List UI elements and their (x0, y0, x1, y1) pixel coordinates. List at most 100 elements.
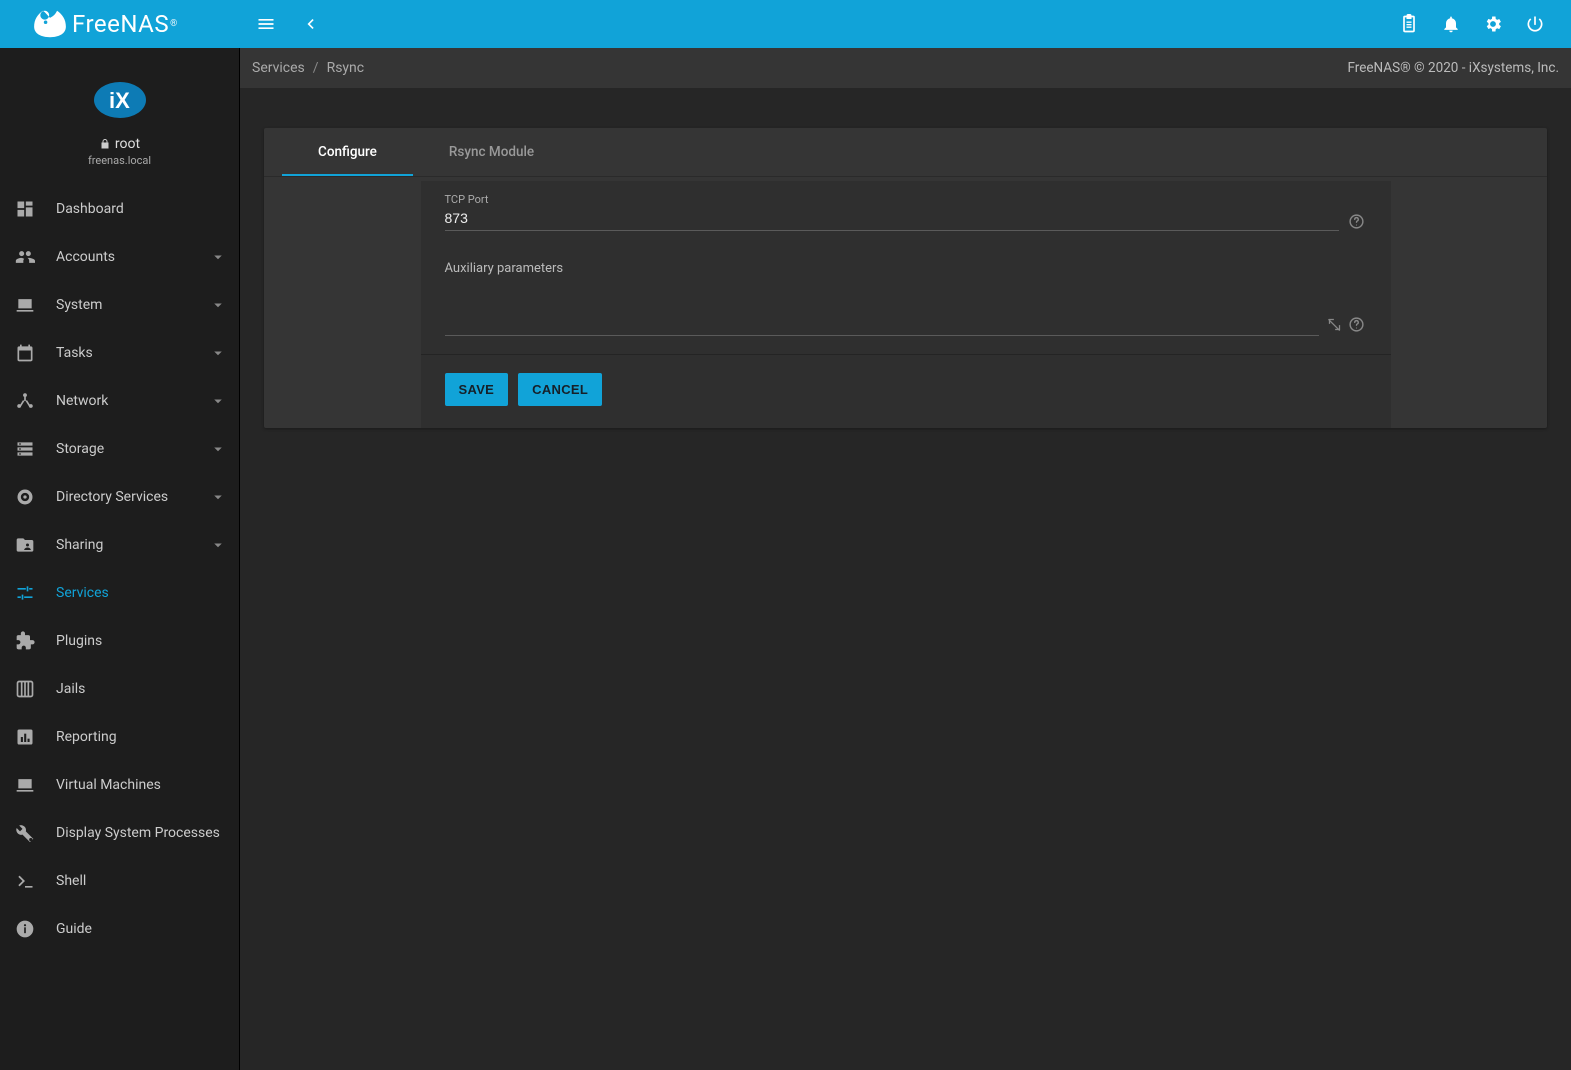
svg-text:iX: iX (109, 88, 130, 113)
power-icon (1525, 14, 1545, 34)
sidebar-item-label: Accounts (56, 249, 209, 265)
top-bar: FreeNAS ® (0, 0, 1571, 48)
chevron-down-icon (209, 248, 227, 266)
back-button[interactable] (290, 4, 330, 44)
terminal-icon (14, 870, 36, 892)
sidebar-item-label: Sharing (56, 537, 209, 553)
sidebar-item-label: Display System Processes (56, 825, 227, 841)
sidebar-item-system[interactable]: System (0, 281, 239, 329)
sidebar-item-label: Virtual Machines (56, 777, 227, 793)
info-icon (14, 918, 36, 940)
chevron-left-icon (300, 14, 320, 34)
cancel-button[interactable]: CANCEL (518, 373, 602, 406)
copyright-text: FreeNAS® © 2020 - iXsystems, Inc. (1347, 60, 1559, 76)
tcp-port-label: TCP Port (445, 193, 1367, 206)
sidebar-item-dashboard[interactable]: Dashboard (0, 185, 239, 233)
sidebar-item-guide[interactable]: Guide (0, 905, 239, 953)
target-icon (14, 486, 36, 508)
chevron-down-icon (209, 536, 227, 554)
sidebar-item-label: Services (56, 585, 227, 601)
sidebar-item-services[interactable]: Services (0, 569, 239, 617)
sidebar-item-label: Tasks (56, 345, 209, 361)
content-card: ConfigureRsync Module TCP Port (264, 128, 1547, 428)
sidebar-item-network[interactable]: Network (0, 377, 239, 425)
sidebar-item-label: System (56, 297, 209, 313)
dashboard-icon (14, 198, 36, 220)
gear-icon (1483, 14, 1503, 34)
save-button[interactable]: SAVE (445, 373, 509, 406)
tab-configure[interactable]: Configure (282, 128, 413, 176)
aux-params-label: Auxiliary parameters (445, 261, 1367, 276)
sidebar-item-sharing[interactable]: Sharing (0, 521, 239, 569)
sidebar-item-label: Reporting (56, 729, 227, 745)
settings-button[interactable] (1473, 4, 1513, 44)
main: Services / Rsync FreeNAS® © 2020 - iXsys… (240, 48, 1571, 1070)
sidebar-item-display-system-processes[interactable]: Display System Processes (0, 809, 239, 857)
chevron-down-icon (209, 296, 227, 314)
chevron-down-icon (209, 440, 227, 458)
clipboard-button[interactable] (1389, 4, 1429, 44)
tabs: ConfigureRsync Module (264, 128, 1547, 177)
folder-shared-icon (14, 534, 36, 556)
sidebar-item-label: Network (56, 393, 209, 409)
breadcrumb-parent[interactable]: Services (252, 60, 305, 76)
hostname: freenas.local (0, 154, 239, 167)
breadcrumb-current: Rsync (327, 60, 365, 76)
clipboard-icon (1399, 14, 1419, 34)
build-icon (14, 822, 36, 844)
breadcrumb-separator: / (313, 60, 319, 76)
sidebar-item-reporting[interactable]: Reporting (0, 713, 239, 761)
sidebar-item-label: Plugins (56, 633, 227, 649)
jail-icon (14, 678, 36, 700)
aux-params-input[interactable] (445, 278, 1319, 336)
laptop-icon (14, 294, 36, 316)
notifications-button[interactable] (1431, 4, 1471, 44)
sidebar-item-label: Jails (56, 681, 227, 697)
sidebar-item-label: Guide (56, 921, 227, 937)
chevron-down-icon (209, 488, 227, 506)
username: root (115, 136, 140, 152)
tcp-port-input[interactable] (445, 206, 1339, 231)
breadcrumb-bar: Services / Rsync FreeNAS® © 2020 - iXsys… (240, 48, 1571, 88)
people-icon (14, 246, 36, 268)
sidebar-item-storage[interactable]: Storage (0, 425, 239, 473)
sidebar-item-plugins[interactable]: Plugins (0, 617, 239, 665)
user-block: iX root freenas.local (0, 48, 239, 181)
bar-chart-icon (14, 726, 36, 748)
sidebar-item-label: Shell (56, 873, 227, 889)
help-icon[interactable] (1347, 211, 1367, 231)
help-icon[interactable] (1347, 314, 1367, 334)
bell-icon (1441, 14, 1461, 34)
menu-icon (256, 14, 276, 34)
sidebar-item-tasks[interactable]: Tasks (0, 329, 239, 377)
user-line: root (0, 136, 239, 152)
tune-icon (14, 582, 36, 604)
sidebar-item-directory-services[interactable]: Directory Services (0, 473, 239, 521)
ix-logo-icon: iX (92, 80, 148, 120)
sidebar: iX root freenas.local Dashboard Accounts S… (0, 48, 240, 1070)
freenas-logo-icon (32, 9, 68, 39)
brand-name: FreeNAS (72, 10, 169, 38)
sidebar-item-label: Storage (56, 441, 209, 457)
storage-icon (14, 438, 36, 460)
sidebar-item-jails[interactable]: Jails (0, 665, 239, 713)
fullscreen-icon[interactable] (1325, 314, 1345, 334)
field-tcp-port: TCP Port (445, 193, 1367, 231)
hub-icon (14, 390, 36, 412)
power-button[interactable] (1515, 4, 1555, 44)
calendar-icon (14, 342, 36, 364)
menu-toggle-button[interactable] (246, 4, 286, 44)
brand-tm: ® (170, 19, 177, 29)
sidebar-item-shell[interactable]: Shell (0, 857, 239, 905)
sidebar-item-label: Directory Services (56, 489, 209, 505)
laptop-icon (14, 774, 36, 796)
sidebar-item-accounts[interactable]: Accounts (0, 233, 239, 281)
tab-rsync-module[interactable]: Rsync Module (413, 128, 570, 176)
brand-block: FreeNAS ® (8, 9, 240, 39)
sidebar-item-label: Dashboard (56, 201, 227, 217)
lock-icon (99, 138, 111, 150)
chevron-down-icon (209, 392, 227, 410)
extension-icon (14, 630, 36, 652)
field-aux-params: Auxiliary parameters (445, 261, 1367, 336)
sidebar-item-virtual-machines[interactable]: Virtual Machines (0, 761, 239, 809)
